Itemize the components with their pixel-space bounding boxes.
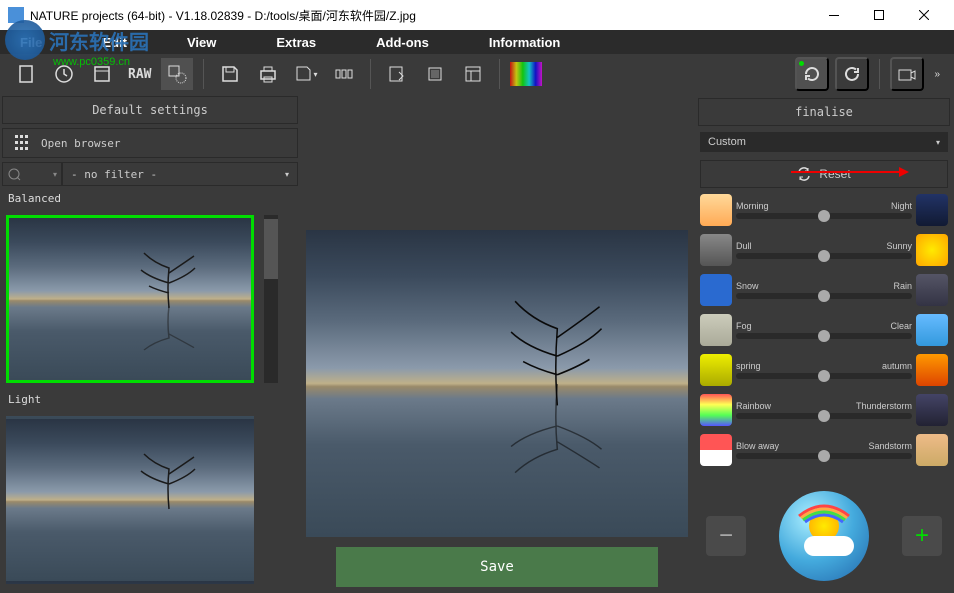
slider-row-fog: Fog Clear (700, 312, 948, 348)
watermark-overlay: 河东软件园 www.pc0359.cn (5, 20, 149, 68)
main-preview-image[interactable] (306, 230, 688, 537)
slider-left-label: spring (736, 361, 761, 371)
slider-row-rainbow: Rainbow Thunderstorm (700, 392, 948, 428)
print-icon[interactable] (252, 58, 284, 90)
chevron-down-icon: ▾ (285, 170, 289, 179)
left-scrollbar[interactable] (264, 215, 278, 383)
center-panel: Save (300, 94, 694, 593)
panel-icon[interactable] (457, 58, 489, 90)
slider-row-morning: Morning Night (700, 192, 948, 228)
slider-right-icon[interactable] (916, 434, 948, 466)
close-button[interactable] (901, 0, 946, 30)
preferences-icon[interactable] (161, 58, 193, 90)
slider-track[interactable] (736, 373, 912, 379)
slider-left-label: Dull (736, 241, 752, 251)
chevron-down-icon: ▾ (936, 138, 940, 147)
slider-right-icon[interactable] (916, 194, 948, 226)
slider-left-label: Fog (736, 321, 752, 331)
menu-information[interactable]: Information (489, 35, 561, 50)
slider-thumb[interactable] (818, 210, 830, 222)
timeline-icon[interactable] (328, 58, 360, 90)
slider-right-label: Clear (890, 321, 912, 331)
slider-row-dull: Dull Sunny (700, 232, 948, 268)
slider-right-icon[interactable] (916, 234, 948, 266)
slider-right-label: Rain (893, 281, 912, 291)
slider-row-snow: Snow Rain (700, 272, 948, 308)
finalise-button[interactable]: finalise (698, 98, 950, 126)
refresh-icon[interactable] (835, 57, 869, 91)
slider-track[interactable] (736, 293, 912, 299)
toolbar-chevron-icon[interactable]: » (930, 69, 944, 80)
preset-balanced-thumb[interactable] (6, 215, 254, 383)
slider-left-label: Blow away (736, 441, 779, 451)
annotation-arrow (791, 171, 901, 173)
save-button[interactable]: Save (336, 547, 658, 587)
slider-track[interactable] (736, 333, 912, 339)
preset-dropdown[interactable]: Custom ▾ (700, 132, 948, 152)
slider-right-icon[interactable] (916, 354, 948, 386)
slider-right-label: Thunderstorm (856, 401, 912, 411)
slider-right-icon[interactable] (916, 314, 948, 346)
slider-left-label: Snow (736, 281, 759, 291)
zoom-in-button[interactable]: + (902, 516, 942, 556)
refresh-auto-icon[interactable] (795, 57, 829, 91)
menu-extras[interactable]: Extras (276, 35, 316, 50)
slider-right-label: Sandstorm (868, 441, 912, 451)
slider-right-label: autumn (882, 361, 912, 371)
slider-thumb[interactable] (818, 250, 830, 262)
slider-track[interactable] (736, 253, 912, 259)
right-panel: finalise Custom ▾ Reset Morning Night Dul… (694, 94, 954, 593)
zoom-out-button[interactable]: − (706, 516, 746, 556)
export-icon[interactable] (381, 58, 413, 90)
save2-icon[interactable]: ▾ (290, 58, 322, 90)
camera-icon[interactable] (890, 57, 924, 91)
menu-view[interactable]: View (187, 35, 216, 50)
slider-right-icon[interactable] (916, 394, 948, 426)
slider-left-label: Morning (736, 201, 769, 211)
slider-left-icon[interactable] (700, 394, 732, 426)
default-settings-button[interactable]: Default settings (2, 96, 298, 124)
histogram-icon[interactable] (510, 58, 542, 90)
slider-thumb[interactable] (818, 450, 830, 462)
slider-left-icon[interactable] (700, 274, 732, 306)
light-label: Light (0, 389, 300, 410)
slider-thumb[interactable] (818, 410, 830, 422)
save-icon[interactable] (214, 58, 246, 90)
slider-thumb[interactable] (818, 370, 830, 382)
slider-thumb[interactable] (818, 290, 830, 302)
slider-right-label: Sunny (886, 241, 912, 251)
reset-arrows-icon (797, 167, 811, 181)
weather-orb-button[interactable] (779, 491, 869, 581)
left-panel: Default settings Open browser ▾ - no fil… (0, 94, 300, 593)
crop-icon[interactable] (419, 58, 451, 90)
slider-left-label: Rainbow (736, 401, 771, 411)
slider-left-icon[interactable] (700, 354, 732, 386)
slider-track[interactable] (736, 213, 912, 219)
slider-track[interactable] (736, 413, 912, 419)
slider-row-spring: spring autumn (700, 352, 948, 388)
reset-button[interactable]: Reset (700, 160, 948, 188)
slider-left-icon[interactable] (700, 234, 732, 266)
preset-light-thumb[interactable] (6, 416, 254, 584)
slider-row-blow away: Blow away Sandstorm (700, 432, 948, 468)
filter-dropdown[interactable]: - no filter - ▾ (62, 162, 298, 186)
balanced-label: Balanced (0, 188, 300, 209)
slider-right-icon[interactable] (916, 274, 948, 306)
minimize-button[interactable] (811, 0, 856, 30)
open-browser-button[interactable]: Open browser (2, 128, 298, 158)
slider-left-icon[interactable] (700, 314, 732, 346)
eyedropper-tool[interactable]: ▾ (2, 162, 62, 186)
grid-dots-icon (9, 135, 33, 151)
slider-right-label: Night (891, 201, 912, 211)
menu-addons[interactable]: Add-ons (376, 35, 429, 50)
slider-left-icon[interactable] (700, 194, 732, 226)
eyedropper-icon (7, 167, 21, 181)
slider-left-icon[interactable] (700, 434, 732, 466)
maximize-button[interactable] (856, 0, 901, 30)
slider-track[interactable] (736, 453, 912, 459)
slider-thumb[interactable] (818, 330, 830, 342)
